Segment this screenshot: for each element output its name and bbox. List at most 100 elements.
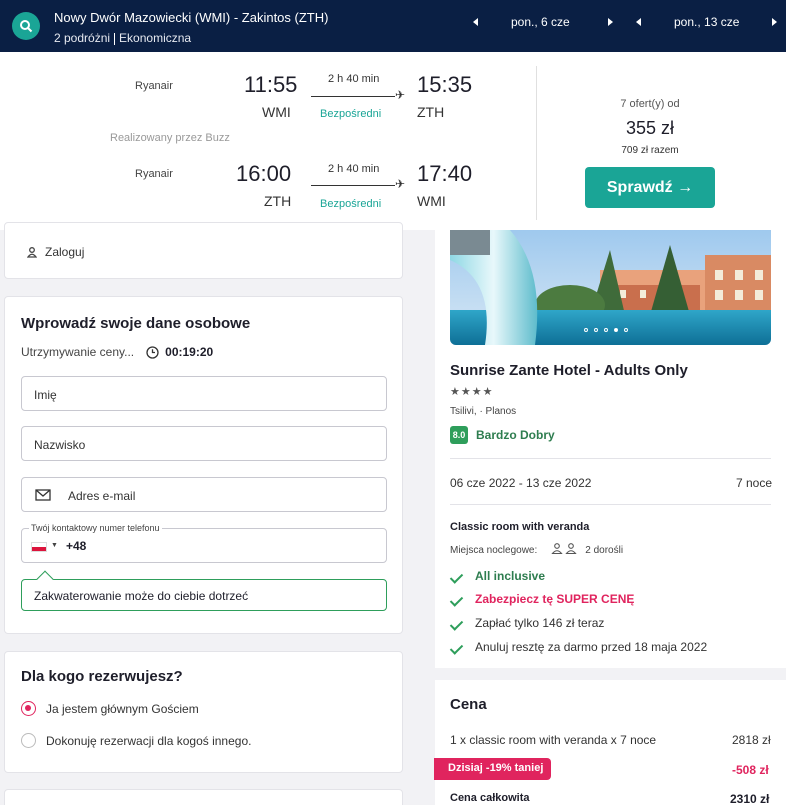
room-occupancy: Miejsca noclegowe: 2 dorośli: [450, 543, 623, 557]
booking-for-card: Dla kogo rezerwujesz? Ja jestem głównym …: [4, 651, 403, 773]
hotel-name: Sunrise Zante Hotel - Adults Only: [450, 362, 688, 379]
discount-value: -508 zł: [732, 763, 769, 777]
search-header: Nowy Dwór Mazowiecki (WMI) - Zakintos (Z…: [0, 0, 786, 52]
plane-icon: ✈: [395, 177, 406, 191]
personal-details-card: Wprowadź swoje dane osobowe Utrzymywanie…: [4, 296, 403, 634]
radio-main-guest[interactable]: Ja jestem głównym Gościem: [21, 701, 199, 716]
radio-selected[interactable]: [21, 701, 36, 716]
flight-total: 709 zł razem: [621, 145, 679, 156]
inbound-airline: Ryanair: [135, 168, 173, 180]
price-title: Cena: [450, 696, 487, 713]
inbound-arrival-code: WMI: [417, 193, 446, 209]
feature-free-cancel: Anuluj resztę za darmo przed 18 maja 202…: [452, 640, 707, 654]
notice-text: Zakwaterowanie może do ciebie dotrzeć: [34, 589, 249, 603]
envelope-icon: [35, 489, 51, 501]
inbound-line: [311, 185, 395, 186]
check-button[interactable]: Sprawdź →: [585, 167, 715, 208]
travelers-count: 2 podróżni: [54, 31, 111, 45]
search-icon[interactable]: [12, 12, 40, 40]
feature-label: Zapłać tylko 146 zł teraz: [475, 616, 605, 630]
outbound-duration: 2 h 40 min: [328, 73, 380, 85]
feature-label: Zabezpiecz tę SUPER CENĘ: [475, 592, 635, 606]
next-card: [4, 789, 403, 805]
last-name-placeholder: Nazwisko: [34, 438, 86, 452]
carousel-dot-active[interactable]: [614, 328, 618, 332]
route-title[interactable]: Nowy Dwór Mazowiecki (WMI) - Zakintos (Z…: [54, 10, 328, 25]
cabin-class: Ekonomiczna: [119, 31, 192, 45]
price-hold: Utrzymywanie ceny... 00:19:20: [21, 345, 213, 359]
booking-for-title: Dla kogo rezerwujesz?: [21, 668, 183, 685]
hotel-location: Tsilivi, · Planos: [450, 406, 517, 417]
radio-someone-else[interactable]: Dokonuję rezerwacji dla kogoś innego.: [21, 733, 251, 748]
notice-caret: [36, 570, 54, 588]
feature-super-price: Zabezpiecz tę SUPER CENĘ: [452, 592, 634, 606]
discount-badge: Dzisiaj -19% taniej: [434, 758, 552, 780]
inbound-stops: Bezpośredni: [320, 198, 382, 210]
depart-date[interactable]: pon., 6 cze: [511, 15, 570, 29]
price-card: Cena 1 x classic room with veranda x 7 n…: [435, 680, 786, 805]
divider: [450, 504, 771, 505]
carousel-dot[interactable]: [624, 328, 628, 332]
outbound-arrival-time: 15:35: [417, 72, 473, 97]
first-name-field[interactable]: Imię: [21, 376, 387, 411]
feature-label: Anuluj resztę za darmo przed 18 maja 202…: [475, 640, 708, 654]
phone-field[interactable]: Twój kontaktowy numer telefonu ▼ +48: [21, 523, 387, 563]
login-link[interactable]: Zaloguj: [27, 245, 84, 259]
guests-icon: [551, 543, 579, 557]
phone-legend: Twój kontaktowy numer telefonu: [29, 523, 162, 533]
prev-depart-date-icon[interactable]: [473, 18, 478, 26]
feature-label: All inclusive: [475, 569, 546, 583]
stay-nights: 7 noce: [736, 476, 773, 490]
user-icon: [27, 246, 37, 258]
first-name-placeholder: Imię: [34, 388, 57, 402]
price-line-value: 2818 zł: [732, 733, 771, 747]
carousel-dot[interactable]: [604, 328, 608, 332]
check-icon: [452, 642, 466, 652]
chevron-down-icon[interactable]: ▼: [51, 542, 58, 549]
guests-count: 2 dorośli: [585, 544, 624, 556]
carousel-dots[interactable]: [584, 328, 628, 332]
login-card: Zaloguj: [4, 222, 403, 279]
next-depart-date-icon[interactable]: [608, 18, 613, 26]
total-value: 2310 zł: [730, 792, 770, 805]
inbound-arrival-time: 17:40: [417, 161, 473, 186]
poland-flag-icon[interactable]: [31, 542, 47, 552]
stay-dates: 06 cze 2022 - 13 cze 2022: [450, 476, 592, 490]
radio-someone-else-label: Dokonuję rezerwacji dla kogoś innego.: [46, 733, 252, 748]
last-name-field[interactable]: Nazwisko: [21, 426, 387, 461]
flight-price: 355 zł: [625, 118, 675, 138]
hotel-photo[interactable]: [450, 230, 771, 345]
outbound-stops: Bezpośredni: [320, 108, 382, 120]
radio-main-guest-label: Ja jestem głównym Gościem: [46, 701, 199, 716]
inbound-departure-code: ZTH: [264, 193, 292, 209]
login-label: Zaloguj: [45, 245, 85, 259]
search-summary[interactable]: 2 podróżni Ekonomiczna: [54, 31, 191, 45]
feature-all-inclusive: All inclusive: [452, 569, 545, 583]
return-date[interactable]: pon., 13 cze: [674, 15, 739, 29]
inbound-departure-time: 16:00: [236, 161, 292, 186]
carousel-dot[interactable]: [584, 328, 588, 332]
total-label: Cena całkowita: [450, 792, 530, 804]
next-return-date-icon[interactable]: [772, 18, 777, 26]
hotel-card: Sunrise Zante Hotel - Adults Only ★★★★ T…: [435, 230, 786, 668]
clock-icon: [146, 345, 159, 359]
inbound-duration: 2 h 40 min: [328, 163, 380, 175]
hotel-rating: 8.0 Bardzo Dobry: [450, 426, 555, 444]
email-field[interactable]: Adres e-mail: [21, 477, 387, 512]
radio-unselected[interactable]: [21, 733, 36, 748]
plane-icon: ✈: [395, 88, 406, 102]
personal-details-title: Wprowadź swoje dane osobowe: [21, 315, 251, 332]
prev-return-date-icon[interactable]: [636, 18, 641, 26]
check-icon: [452, 594, 466, 604]
divider: [536, 66, 537, 220]
rating-score: 8.0: [450, 426, 468, 444]
outbound-line: [311, 96, 395, 97]
price-hold-label: Utrzymywanie ceny...: [21, 345, 135, 359]
outbound-airline: Ryanair: [135, 80, 173, 92]
outbound-arrival-code: ZTH: [417, 104, 445, 120]
flight-summary: Ryanair 11:55 WMI 2 h 40 min ✈ Bezpośred…: [0, 52, 786, 230]
price-hold-timer: 00:19:20: [165, 345, 214, 359]
divider: [450, 458, 771, 459]
info-notice: Zakwaterowanie może do ciebie dotrzeć: [21, 570, 387, 611]
carousel-dot[interactable]: [594, 328, 598, 332]
